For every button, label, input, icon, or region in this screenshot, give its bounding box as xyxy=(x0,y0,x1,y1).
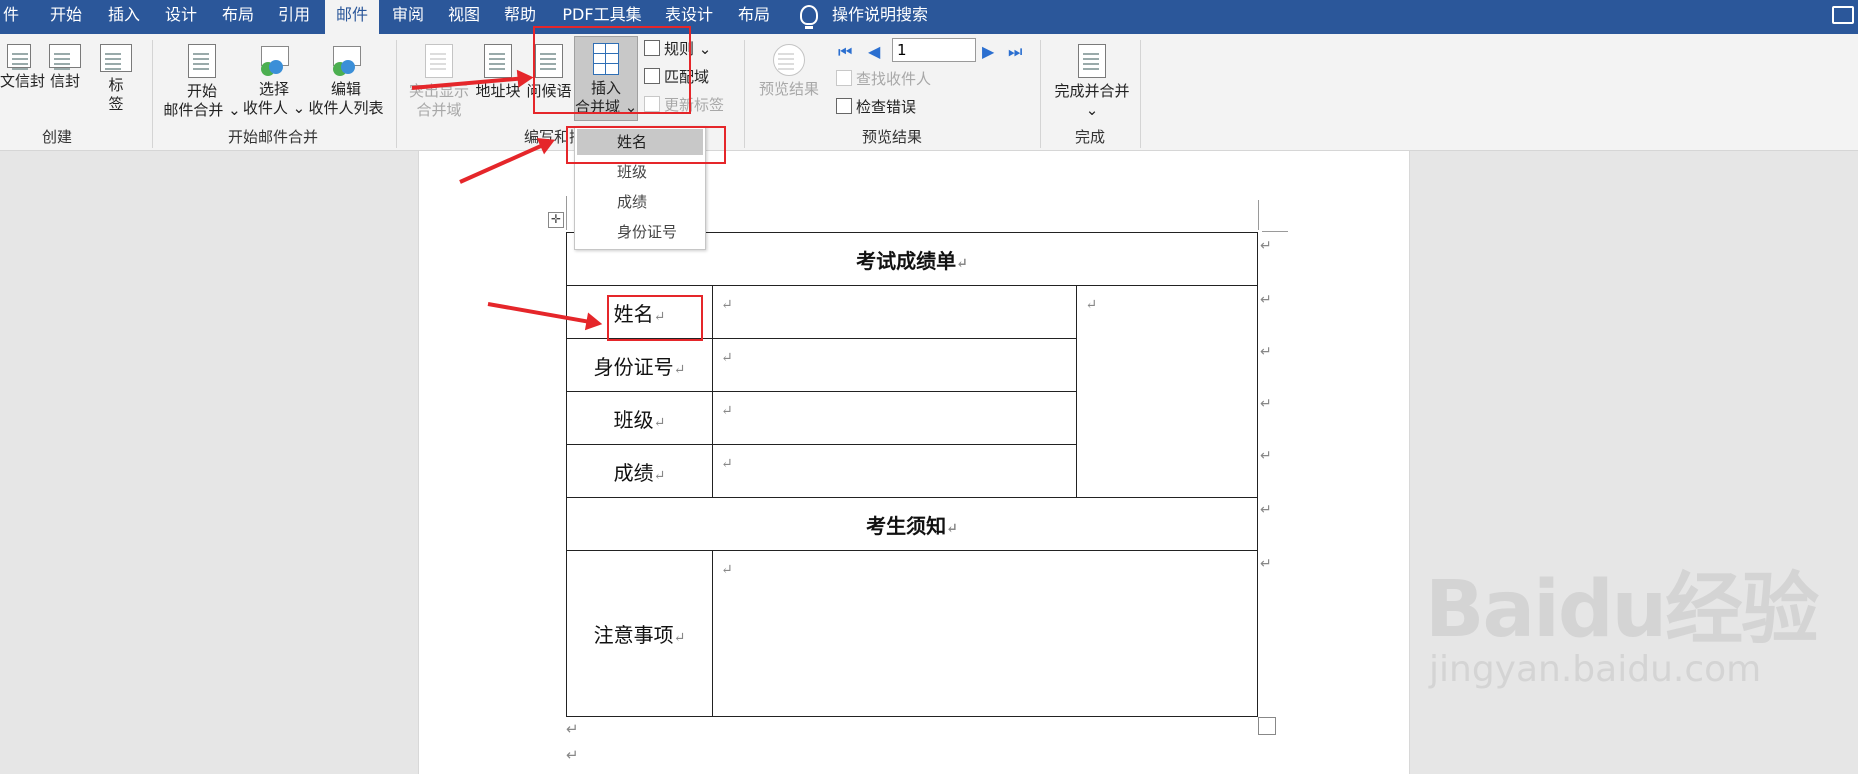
tab-6[interactable]: 邮件 xyxy=(325,0,379,34)
value-cell-class[interactable]: ↵ xyxy=(712,391,1078,445)
notice-content-cell[interactable]: ↵ xyxy=(712,550,1258,717)
group-separator xyxy=(1140,40,1141,148)
crop-mark xyxy=(1262,231,1288,232)
envelope-icon xyxy=(7,44,31,68)
row-label-score[interactable]: 成绩↵ xyxy=(565,444,714,498)
tab-5[interactable]: 引用 xyxy=(268,0,320,34)
group-separator xyxy=(396,40,397,148)
end-of-row-mark: ↵ xyxy=(1260,448,1272,464)
chinese-envelope-button[interactable]: 文信封 xyxy=(0,44,45,91)
value-cell-score[interactable]: ↵ xyxy=(712,444,1078,498)
start-mail-merge-button[interactable]: 开始 邮件合并 ⌄ xyxy=(162,44,242,120)
baidu-watermark: Baidu经验 jingyan.baidu.com xyxy=(1425,565,1819,690)
first-record-icon[interactable]: ⏮ xyxy=(838,42,852,62)
ribbon-tab-bar: 件开始 插入 设计 布局 引用 邮件 审阅 视图 帮助 PDF工具集 表设计 布局 操作说明搜索 xyxy=(0,0,1858,34)
end-of-row-mark: ↵ xyxy=(1260,344,1272,360)
mail-merge-icon xyxy=(188,44,216,78)
finish-merge-icon xyxy=(1078,44,1106,78)
ribbon: 文信封 信封 标 签 创建 开始 邮件合并 ⌄ 选择 收件人 ⌄ 编辑 收件人列… xyxy=(0,26,1858,151)
end-of-row-mark: ↵ xyxy=(1260,502,1272,518)
end-of-row-mark: ↵ xyxy=(1260,556,1272,572)
dropdown-item-id[interactable]: 身份证号 xyxy=(577,219,703,245)
preview-results-button[interactable]: 预览结果 xyxy=(754,44,824,99)
photo-cell[interactable]: ↵ xyxy=(1076,285,1258,498)
check-errors-icon xyxy=(836,98,852,114)
address-block-icon xyxy=(484,44,512,78)
value-cell-name[interactable]: ↵ xyxy=(712,285,1078,339)
dropdown-item-score[interactable]: 成绩 xyxy=(577,189,703,215)
crop-mark xyxy=(566,196,567,230)
row-label-class[interactable]: 班级↵ xyxy=(565,391,714,445)
notice-label-cell[interactable]: 注意事项↵ xyxy=(565,550,714,717)
envelope-icon xyxy=(49,44,81,68)
table-resize-handle[interactable] xyxy=(1258,717,1276,735)
tab-7[interactable]: 审阅 xyxy=(382,0,434,34)
end-of-row-mark: ↵ xyxy=(1260,396,1272,412)
tab-8[interactable]: 视图 xyxy=(438,0,490,34)
lightbulb-icon xyxy=(800,5,818,29)
tab-2[interactable]: 插入 xyxy=(98,0,150,34)
end-of-row-mark: ↵ xyxy=(1260,292,1272,308)
tell-me-search[interactable]: 操作说明搜索 xyxy=(832,0,928,34)
next-record-icon[interactable]: ▶ xyxy=(982,42,994,61)
table-move-handle-icon[interactable]: ✛ xyxy=(548,212,564,228)
value-cell-id[interactable]: ↵ xyxy=(712,338,1078,392)
labels-button[interactable]: 标 签 xyxy=(96,44,136,114)
group-separator xyxy=(1040,40,1041,148)
envelope-button[interactable]: 信封 xyxy=(46,44,84,91)
annotation-highlight-box xyxy=(533,26,691,114)
record-number-input[interactable]: 1 xyxy=(892,38,976,62)
row-label-id[interactable]: 身份证号↵ xyxy=(565,338,714,392)
last-record-icon[interactable]: ⏭ xyxy=(1008,42,1022,62)
select-recipients-button[interactable]: 选择 收件人 ⌄ xyxy=(242,44,306,118)
end-of-row-mark: ↵ xyxy=(1260,238,1272,254)
paragraph-mark: ↵ xyxy=(566,746,579,764)
group-label-finish: 完成 xyxy=(1075,128,1106,146)
group-label-start: 开始邮件合并 xyxy=(228,128,319,146)
preview-icon xyxy=(773,44,805,76)
tab-3[interactable]: 设计 xyxy=(155,0,207,34)
tab-1[interactable]: 开始 xyxy=(40,0,92,34)
previous-record-icon[interactable]: ◀ xyxy=(868,42,880,61)
edit-list-icon xyxy=(331,44,361,76)
check-errors-button[interactable]: 检查错误 xyxy=(836,96,916,118)
crop-mark xyxy=(1258,200,1259,230)
labels-icon xyxy=(100,44,132,72)
edit-recipient-list-button[interactable]: 编辑 收件人列表 xyxy=(308,44,384,118)
notice-title-cell[interactable]: 考生须知↵ xyxy=(566,497,1258,551)
highlight-icon xyxy=(425,44,453,78)
finish-merge-button[interactable]: 完成并合并 ⌄ xyxy=(1050,44,1134,120)
group-separator xyxy=(744,40,745,148)
tab-0[interactable]: 件 xyxy=(0,0,22,34)
tab-4[interactable]: 布局 xyxy=(212,0,264,34)
paragraph-mark: ↵ xyxy=(566,720,579,738)
recipients-icon xyxy=(259,44,289,76)
find-icon xyxy=(836,70,852,86)
find-recipient-button[interactable]: 查找收件人 xyxy=(836,68,931,90)
comment-icon[interactable] xyxy=(1832,6,1854,24)
annotation-dropdown-box xyxy=(566,126,726,164)
group-label-create: 创建 xyxy=(42,128,73,146)
tab-12[interactable]: 布局 xyxy=(726,0,782,34)
annotation-name-box xyxy=(607,295,703,341)
group-label-preview: 预览结果 xyxy=(862,128,923,146)
group-separator xyxy=(152,40,153,148)
